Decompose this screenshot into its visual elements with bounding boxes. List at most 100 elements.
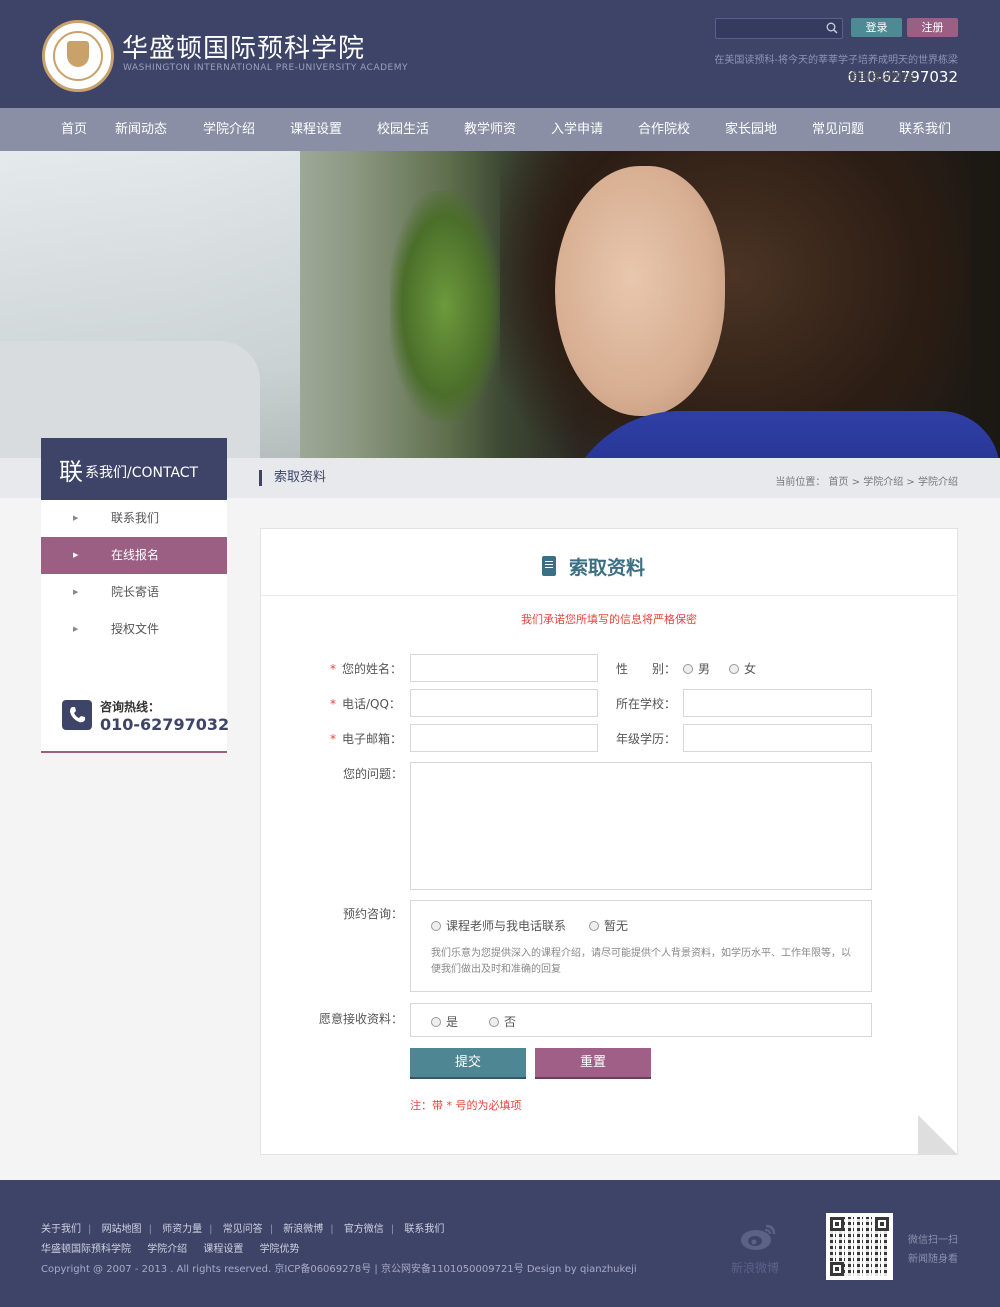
footer-link-faculty[interactable]: 师资力量: [162, 1224, 202, 1235]
sidebar-item-label: 院长寄语: [111, 585, 160, 599]
sidebar-heading-text: 系我们/CONTACT: [85, 465, 199, 481]
sidebar-phone-number: 010-62797032: [100, 715, 230, 734]
question-textarea[interactable]: [410, 762, 872, 890]
site-subtitle: WASHINGTON INTERNATIONAL PRE-UNIVERSITY …: [123, 63, 409, 73]
grade-label: 年级学历：: [616, 732, 677, 746]
name-input[interactable]: [410, 654, 598, 682]
weibo-icon[interactable]: [738, 1220, 778, 1252]
register-button[interactable]: 注册: [907, 18, 958, 37]
radio-icon: [589, 921, 599, 931]
receive-radio-yes[interactable]: 是: [431, 1013, 458, 1030]
document-icon: [542, 556, 556, 576]
phone-icon: [62, 700, 92, 730]
sidebar-phone-label: 咨询热线：: [100, 700, 161, 714]
receive-box: [410, 1003, 872, 1037]
nav-item-about[interactable]: 学院介绍: [203, 108, 255, 151]
site-title[interactable]: 华盛顿国际预科学院: [122, 28, 365, 65]
footer-link-wechat[interactable]: 官方微信: [344, 1224, 384, 1235]
radio-icon: [683, 664, 693, 674]
sidebar-item-online-apply[interactable]: ▶ 在线报名: [41, 537, 227, 574]
nav-item-parents[interactable]: 家长园地: [725, 108, 777, 151]
consult-radio-none[interactable]: 暂无: [589, 917, 628, 934]
form-title: 索取资料: [569, 557, 646, 579]
footer-link-sitemap[interactable]: 网站地图: [102, 1224, 142, 1235]
triangle-right-icon: ▶: [73, 588, 79, 596]
school-input[interactable]: [683, 689, 872, 717]
required-mark: *: [330, 732, 336, 746]
triangle-right-icon: ▶: [73, 514, 79, 522]
nav-item-home[interactable]: 首页: [61, 108, 87, 151]
nav-item-courses[interactable]: 课程设置: [290, 108, 342, 151]
radio-icon: [489, 1017, 499, 1027]
main-nav: 首页 新闻动态 学院介绍 课程设置 校园生活 教学师资 入学申请 合作院校 家长…: [0, 108, 1000, 151]
phone-input[interactable]: [410, 689, 598, 717]
radio-icon: [431, 1017, 441, 1027]
reset-button[interactable]: 重置: [535, 1048, 651, 1079]
footer-link-courses[interactable]: 课程设置: [203, 1244, 243, 1255]
sidebar-heading-first-char: 联: [59, 458, 83, 486]
school-label: 所在学校：: [616, 697, 677, 711]
required-mark: *: [330, 697, 336, 711]
submit-button[interactable]: 提交: [410, 1048, 526, 1079]
footer-link-intro[interactable]: 学院介绍: [147, 1244, 187, 1255]
nav-item-news[interactable]: 新闻动态: [115, 108, 167, 151]
receive-label: 愿意接收资料：: [319, 1012, 404, 1026]
grade-input[interactable]: [683, 724, 872, 752]
nav-item-campus[interactable]: 校园生活: [377, 108, 429, 151]
sidebar-item-label: 联系我们: [111, 511, 160, 525]
copyright-text: Copyright @ 2007 - 2013 . All rights res…: [41, 1264, 637, 1275]
nav-item-faculty[interactable]: 教学师资: [464, 108, 516, 151]
hero-banner-image: [0, 151, 1000, 458]
nav-item-admission[interactable]: 入学申请: [551, 108, 603, 151]
consult-description: 我们乐意为您提供深入的课程介绍，请尽可能提供个人背景资料，如学历水平、工作年限等…: [431, 948, 851, 975]
footer-link-faq[interactable]: 常见问答: [223, 1224, 263, 1235]
hotline-label: 全国咨询热线：: [847, 70, 925, 83]
footer-links-secondary: 华盛顿国际预科学院 学院介绍 课程设置 学院优势: [41, 1240, 313, 1255]
triangle-right-icon: ▶: [73, 625, 79, 633]
radio-icon: [729, 664, 739, 674]
email-input[interactable]: [410, 724, 598, 752]
footer-link-contact[interactable]: 联系我们: [404, 1224, 444, 1235]
email-label: * 电子邮箱：: [330, 732, 403, 746]
gender-label: 性 别：: [616, 662, 677, 676]
sidebar-item-label: 在线报名: [111, 548, 160, 562]
subpage-title: 索取资料: [259, 470, 326, 486]
triangle-right-icon: ▶: [73, 551, 79, 559]
nav-item-partners[interactable]: 合作院校: [638, 108, 690, 151]
breadcrumb[interactable]: 当前位置： 首页 > 学院介绍 > 学院介绍: [775, 473, 958, 488]
gender-radio-male[interactable]: 男: [683, 660, 710, 677]
panel-divider: [261, 595, 958, 596]
consult-label: 预约咨询：: [343, 907, 404, 921]
nav-item-contact[interactable]: 联系我们: [899, 108, 951, 151]
login-button[interactable]: 登录: [851, 18, 902, 37]
radio-icon: [431, 921, 441, 931]
sidebar-heading: 联 系我们/CONTACT: [41, 438, 227, 500]
required-note: 注：带 * 号的为必填项: [410, 1099, 522, 1112]
search-icon[interactable]: [826, 22, 838, 34]
sidebar-item-authorization[interactable]: ▶ 授权文件: [41, 611, 227, 648]
qr-caption-scan: 微信扫一扫: [908, 1235, 958, 1246]
receive-radio-no[interactable]: 否: [489, 1013, 516, 1030]
sidebar-item-label: 授权文件: [111, 622, 160, 636]
sidebar-item-contact[interactable]: ▶ 联系我们: [41, 500, 227, 537]
footer-link-academy[interactable]: 华盛顿国际预科学院: [41, 1244, 131, 1255]
sidebar-item-dean-message[interactable]: ▶ 院长寄语: [41, 574, 227, 611]
name-label: * 您的姓名：: [330, 662, 403, 676]
qr-caption-news: 新闻随身看: [908, 1254, 958, 1265]
phone-label: * 电话/QQ：: [330, 697, 401, 711]
nav-item-faq[interactable]: 常见问题: [812, 108, 864, 151]
gender-radio-female[interactable]: 女: [729, 660, 756, 677]
header-slogan: 在美国读预科-将今天的莘莘学子培养成明天的世界栋梁: [714, 55, 958, 66]
question-label: 您的问题：: [343, 767, 404, 781]
footer-link-weibo[interactable]: 新浪微博: [283, 1224, 323, 1235]
academy-logo-seal[interactable]: [42, 20, 114, 92]
search-input[interactable]: [715, 18, 843, 39]
footer-link-advantages[interactable]: 学院优势: [260, 1244, 300, 1255]
required-mark: *: [330, 662, 336, 676]
consult-radio-call[interactable]: 课程老师与我电话联系: [431, 917, 566, 934]
page-curl-decoration: [918, 1115, 958, 1155]
wechat-qr-code: [826, 1213, 893, 1280]
weibo-label[interactable]: 新浪微博: [731, 1259, 779, 1276]
footer-links: 关于我们 | 网站地图 | 师资力量 | 常见问答 | 新浪微博 | 官方微信 | 联系我们: [41, 1224, 445, 1235]
footer-link-about[interactable]: 关于我们: [41, 1224, 81, 1235]
